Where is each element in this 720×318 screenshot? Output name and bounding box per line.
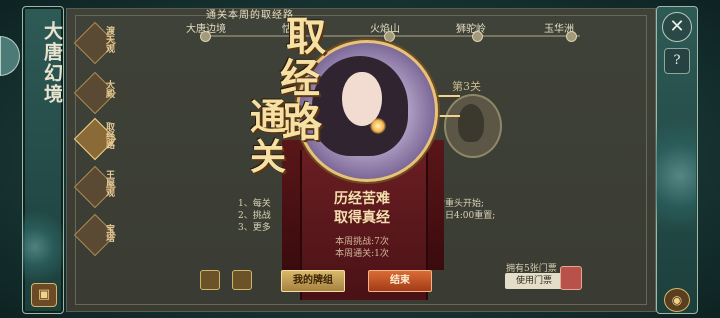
stage-silhouette	[458, 104, 484, 142]
tab-baota-label: 宝塔	[104, 224, 114, 242]
help-button[interactable]: ?	[664, 48, 690, 74]
side-edge-button[interactable]	[0, 36, 20, 76]
title-char-5: 关	[250, 136, 287, 178]
treasure-icon[interactable]	[200, 270, 220, 290]
banner-title: 历经苦难 取得真经	[300, 190, 424, 228]
stage-label: 第3关	[452, 80, 481, 93]
banner-line-1: 历经苦难	[334, 191, 390, 207]
wave-decoration	[656, 120, 696, 260]
end-button[interactable]: 结束	[368, 270, 432, 292]
ticket-scroll-icon	[560, 266, 582, 290]
tab-dadian-label: 大殿	[104, 80, 114, 98]
glow-orb-icon	[370, 118, 386, 134]
title-char-3: 路	[282, 99, 322, 146]
route-dot	[384, 31, 395, 42]
tab-dutianguan-label: 渡天观	[104, 26, 114, 53]
event-title: 大唐幻境	[41, 21, 63, 105]
route-dot	[472, 31, 483, 42]
rule-line-3: 3、更多	[238, 223, 271, 233]
gift-box-icon[interactable]	[232, 270, 252, 290]
tab-qujinglu-label: 取经路	[104, 122, 114, 149]
game-screen: 大唐幻境 ▣ 渡天观 大殿 取经路 王屋观 宝塔 通关本周的取经路 大唐边境 怙…	[0, 0, 720, 318]
tab-wangwuguan-label: 王屋观	[104, 170, 114, 197]
weekly-clears: 本周通关:1次	[335, 249, 389, 259]
use-ticket-button[interactable]: 使用门票	[505, 273, 563, 289]
drum-icon[interactable]: ◉	[664, 288, 690, 312]
page-subtitle: 通关本周的取经路	[206, 10, 294, 21]
my-plate-button[interactable]: 我的牌组	[281, 270, 345, 292]
close-button[interactable]: ✕	[662, 12, 692, 42]
left-title-banner: 大唐幻境 ▣	[22, 6, 64, 314]
banner-line-2: 取得真经	[334, 210, 390, 226]
route-dot	[200, 31, 211, 42]
wave-decoration	[23, 193, 63, 283]
chest-icon[interactable]: ▣	[31, 283, 57, 307]
rule-line-5: 周日4:00重置;	[436, 211, 496, 221]
route-dot	[566, 31, 577, 42]
